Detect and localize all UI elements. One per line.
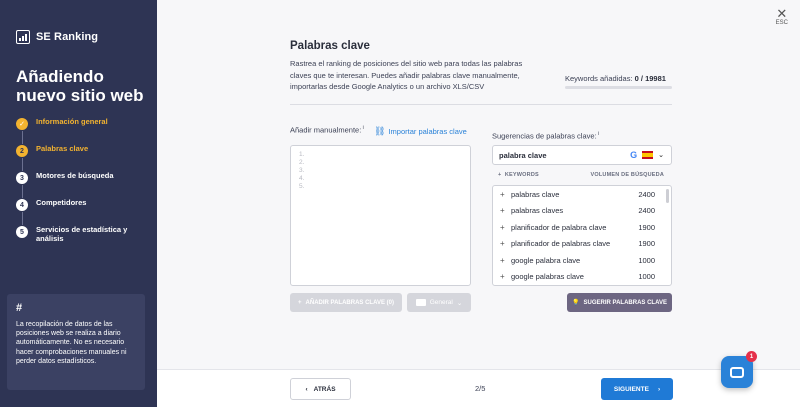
step-connector bbox=[21, 185, 23, 198]
line-number: 2. bbox=[299, 159, 305, 166]
close-button[interactable]: ✕ ESC bbox=[775, 6, 788, 26]
step-analytics-services[interactable]: 5 Servicios de estadística y análisis bbox=[16, 225, 151, 252]
plus-icon[interactable]: + bbox=[500, 239, 511, 248]
folder-select[interactable]: General ⌄ bbox=[407, 293, 471, 312]
back-button[interactable]: ‹ ATRÁS bbox=[290, 378, 351, 400]
check-icon: ✓ bbox=[16, 118, 28, 130]
close-icon: ✕ bbox=[776, 6, 788, 21]
import-keywords-link[interactable]: ⛓ Importar palabras clave bbox=[374, 126, 467, 137]
link-icon: ⛓ bbox=[374, 126, 386, 136]
col-keywords[interactable]: + KEYWORDS bbox=[498, 172, 539, 178]
logo-text: SE Ranking bbox=[36, 31, 99, 43]
step-label: Palabras clave bbox=[36, 144, 89, 153]
step-keywords[interactable]: 2 Palabras clave bbox=[16, 144, 151, 171]
hash-icon: # bbox=[16, 302, 23, 314]
step-connector bbox=[21, 131, 23, 144]
step-number: 5 bbox=[16, 226, 28, 238]
plus-icon[interactable]: + bbox=[500, 256, 511, 265]
info-box: # La recopilación de datos de las posici… bbox=[7, 294, 145, 390]
manual-add-label: Añadir manualmente: i bbox=[290, 125, 364, 135]
step-number: 3 bbox=[16, 172, 28, 184]
add-keywords-button[interactable]: + AÑADIR PALABRAS CLAVE (0) bbox=[290, 293, 402, 312]
plus-icon[interactable]: + bbox=[500, 223, 511, 232]
google-icon: G bbox=[630, 150, 638, 160]
plus-icon[interactable]: + bbox=[500, 272, 511, 281]
plus-icon[interactable]: + bbox=[500, 190, 511, 199]
step-connector bbox=[21, 212, 23, 225]
notification-badge: 1 bbox=[746, 351, 757, 362]
esc-label: ESC bbox=[775, 20, 788, 26]
step-connector bbox=[21, 158, 23, 171]
next-label: SIGUIENTE bbox=[613, 385, 649, 393]
chevron-left-icon: ‹ bbox=[305, 385, 308, 393]
step-general-info[interactable]: ✓ Información general bbox=[16, 117, 151, 144]
divider bbox=[290, 104, 672, 105]
lightbulb-icon: 💡 bbox=[572, 300, 580, 306]
chevron-right-icon: › bbox=[657, 385, 661, 393]
list-item[interactable]: + palabras clave 2400 bbox=[493, 186, 671, 203]
step-label: Competidores bbox=[36, 198, 87, 207]
list-item[interactable]: + planificador de palabras clave 1900 bbox=[493, 236, 671, 253]
suggest-keywords-label: SUGERIR PALABRAS CLAVE bbox=[583, 299, 667, 306]
scrollbar[interactable] bbox=[666, 189, 669, 203]
import-keywords-label: Importar palabras clave bbox=[388, 127, 467, 136]
step-pager: 2/5 bbox=[475, 384, 486, 393]
suggestion-query: palabra clave bbox=[499, 150, 547, 160]
plus-icon: + bbox=[298, 299, 302, 306]
step-competitors[interactable]: 4 Competidores bbox=[16, 198, 151, 225]
step-number: 4 bbox=[16, 199, 28, 211]
next-button[interactable]: SIGUIENTE › bbox=[601, 378, 673, 400]
keywords-added-counter: Keywords añadidas: 0 / 19981 bbox=[565, 74, 666, 83]
logo: SE Ranking bbox=[16, 30, 98, 44]
suggestion-search-input[interactable]: palabra clave G ⌄ bbox=[492, 145, 672, 165]
list-item[interactable]: + palabras claves 2400 bbox=[493, 203, 671, 220]
step-label: Servicios de estadística y análisis bbox=[36, 225, 128, 243]
suggestions-list[interactable]: + palabras clave 2400 + palabras claves 2400… bbox=[492, 185, 672, 286]
suggestions-label: Sugerencias de palabras clave: i bbox=[492, 131, 600, 141]
wizard-steps: ✓ Información general 2 Palabras clave 3… bbox=[16, 117, 151, 252]
step-label: Motores de búsqueda bbox=[36, 171, 114, 180]
line-number: 5. bbox=[299, 183, 305, 190]
logo-chart-icon bbox=[16, 30, 30, 44]
info-text: La recopilación de datos de las posicion… bbox=[16, 321, 127, 365]
list-item[interactable]: + google palabra clave 1000 bbox=[493, 252, 671, 269]
suggestions-header: + KEYWORDS VOLUMEN DE BÚSQUEDA bbox=[498, 172, 664, 178]
back-label: ATRÁS bbox=[313, 385, 336, 393]
folder-icon bbox=[415, 299, 426, 306]
chevron-down-icon: ⌄ bbox=[456, 299, 463, 307]
suggest-keywords-button[interactable]: 💡 SUGERIR PALABRAS CLAVE bbox=[567, 293, 672, 312]
list-item[interactable]: + google palabras clave 1000 bbox=[493, 269, 671, 286]
line-number: 3. bbox=[299, 167, 305, 174]
keywords-textarea[interactable]: 1. 2. 3. 4. 5. bbox=[290, 145, 471, 286]
keywords-added-value: 0 bbox=[634, 74, 639, 83]
folder-label: General bbox=[429, 299, 453, 306]
step-search-engines[interactable]: 3 Motores de búsqueda bbox=[16, 171, 151, 198]
line-number: 1. bbox=[299, 151, 305, 158]
keywords-added-label: Keywords añadidas: bbox=[565, 74, 633, 83]
step-label: Información general bbox=[36, 117, 108, 126]
list-item[interactable]: + planificador de palabra clave 1900 bbox=[493, 219, 671, 236]
keywords-limit: / 19981 bbox=[640, 74, 666, 83]
keywords-progress-bar bbox=[565, 86, 672, 89]
spain-flag-icon bbox=[642, 151, 654, 159]
step-number: 2 bbox=[16, 145, 28, 157]
page-description: Rastrea el ranking de posiciones del sit… bbox=[290, 59, 523, 91]
chat-button[interactable]: 1 bbox=[721, 351, 757, 388]
add-keywords-label: AÑADIR PALABRAS CLAVE (0) bbox=[305, 299, 394, 306]
sidebar: SE Ranking Añadiendo nuevo sitio web ✓ I… bbox=[0, 0, 157, 407]
sidebar-title: Añadiendo nuevo sitio web bbox=[16, 67, 144, 105]
chat-icon bbox=[730, 366, 744, 378]
footer: ‹ ATRÁS 2/5 SIGUIENTE › bbox=[157, 369, 800, 407]
col-volume[interactable]: VOLUMEN DE BÚSQUEDA bbox=[591, 172, 664, 178]
chevron-down-icon[interactable]: ⌄ bbox=[658, 151, 664, 159]
line-number: 4. bbox=[299, 175, 305, 182]
page-title: Palabras clave bbox=[290, 40, 370, 52]
plus-icon[interactable]: + bbox=[500, 206, 511, 215]
